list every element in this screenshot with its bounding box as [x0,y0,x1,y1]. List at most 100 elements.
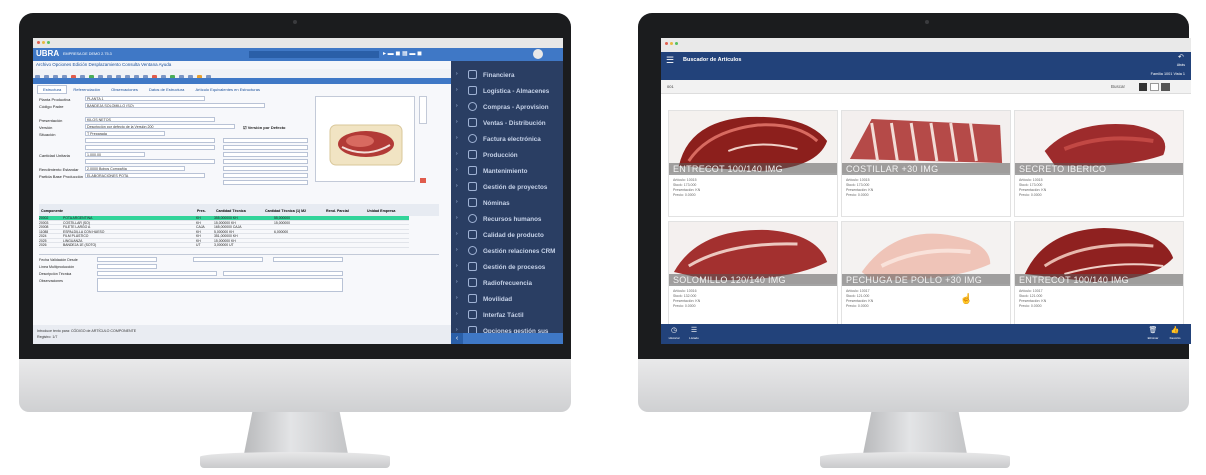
field-blank-6[interactable] [223,152,308,157]
euro-icon [468,70,477,79]
product-card[interactable]: COSTILLAR +30 IMG Artículo: 10015 Stock: … [841,110,1011,217]
table-row[interactable]: 2026 BANDEJA 1E (SOTO) UT 3,000000 UT [39,243,409,248]
sidebar-item-radiofrecuencia[interactable]: › Radiofrecuencia [451,275,563,292]
product-card[interactable]: SOLOMILLO 120/140 IMG Artículo: 10016 Sto… [668,221,838,328]
product-card[interactable]: PECHUGA DE POLLO +30 IMG Artículo: 10017… [841,221,1011,328]
field-blank-1[interactable] [85,138,215,143]
sidebar-item-label: Mantenimiento [483,168,528,175]
app-search-box[interactable] [249,51,379,58]
footer-field-tipo[interactable] [273,257,343,262]
sidebar-item-calidad[interactable]: › Calidad de producto [451,227,563,244]
euro-circle-icon [468,102,477,111]
field-blank-2[interactable] [85,145,215,150]
menu-icon[interactable]: ☰ [666,55,674,66]
col-cantidad-tecnica: Cantidad Técnica [216,209,246,213]
structure-form: Estructura Referenciación Observaciones … [33,78,451,344]
tab-referenciacion[interactable]: Referenciación [68,86,105,93]
tab-articulo-equivalentes[interactable]: Artículo Equivalentes en Estructuras [190,86,264,93]
filter-bar: Familia 1001 Vista 1 [661,68,1191,80]
sidebar-item-crm[interactable]: › Gestión relaciones CRM [451,243,563,260]
field-rendimiento[interactable]: 2,0000 Bobos Compañía [85,166,185,171]
right-monitor-stand [863,412,967,454]
field-label-version: Versión [39,125,53,130]
left-camera [293,20,297,24]
footer-field-descripcion[interactable] [97,271,217,276]
field-situacion[interactable]: T Preparada [85,131,165,136]
status-record: Registro: 1/7 [37,335,58,339]
factory-icon [468,150,477,159]
search-input[interactable]: 001 [667,84,674,89]
field-version[interactable]: Descripción por defecto de la Versión 20… [85,124,235,129]
field-label-presentacion: Presentación [39,118,63,123]
list-button[interactable]: ☰ Listado [687,326,701,341]
truck-icon [468,86,477,95]
product-card[interactable]: ENTRECOT 100/140 IMG Artículo: 10015 Stoc… [668,110,838,217]
tab-observaciones[interactable]: Observaciones [106,86,143,93]
sidebar-item-proyectos[interactable]: › Gestión de proyectos [451,179,563,196]
sidebar-item-procesos[interactable]: › Gestión de procesos [451,259,563,276]
field-blank-9[interactable] [223,173,308,178]
delete-button[interactable]: 🗑 Eliminar [1145,326,1161,341]
sidebar-item-logistica[interactable]: › Logística - Almacenes [451,83,563,100]
sidebar-item-label: Gestión relaciones CRM [483,248,556,255]
field-planta[interactable]: PLANTA 1 [85,96,205,101]
field-blank-4[interactable] [223,145,308,150]
footer-field-fecha[interactable] [97,257,157,262]
sidebar-item-tactil[interactable]: › Interfaz Táctil [451,307,563,324]
product-name: SOLOMILLO 120/140 IMG [669,274,837,286]
list-view-icon[interactable] [1161,83,1170,91]
right-monitor-chin [638,359,1189,412]
field-blank-3[interactable] [223,138,308,143]
field-blank-5[interactable] [85,159,215,164]
field-blank-10[interactable] [223,180,308,185]
product-card[interactable]: ENTRECOT 100/140 IMG Artículo: 10017 Stoc… [1014,221,1184,328]
sidebar-item-compras[interactable]: › Compras - Aprovision [451,99,563,116]
col-unidad: Unidad Empresa [367,209,396,213]
sidebar-item-mantenimiento[interactable]: › Mantenimiento [451,163,563,180]
tab-estructura[interactable]: Estructura [37,85,68,94]
app-menubar[interactable]: Archivo Opciones Edición Desplazamiento … [33,61,451,69]
delete-image-button[interactable] [420,178,426,183]
image-side-buttons[interactable] [419,96,427,124]
search-button[interactable]: Buscar [1111,84,1125,89]
thumbs-up-icon: 👍 [1170,327,1180,334]
status-bar: Introduce texto para: CÓDIGO de ARTÍCULO… [33,325,451,344]
tab-datos-estructura[interactable]: Datos de Estructura [144,86,189,93]
sidebar-item-ventas[interactable]: › Ventas - Distribución [451,115,563,132]
favorite-button[interactable]: 👍 Favorito [1167,326,1183,341]
col-rend: Rend. Parcial [326,209,349,213]
footer-field-linea[interactable] [97,264,157,269]
field-cantidad[interactable]: 1.000,00 [85,152,145,157]
sidebar-item-factura[interactable]: › Factura electrónica [451,131,563,148]
field-blank-7[interactable] [223,159,308,164]
field-codigo-padre[interactable]: BANDEJA SOLOMILLO (SO) [85,103,265,108]
back-button[interactable]: ↶ Atrás [1177,53,1185,68]
field-blank-8[interactable] [223,166,308,171]
product-name: ENTRECOT 100/140 IMG [1015,274,1183,286]
sidebar-item-nominas[interactable]: › Nóminas [451,195,563,212]
default-version-check[interactable]: ☑ Versión por Defecto [243,125,286,130]
collapse-icon[interactable]: ‹ [451,333,463,344]
sidebar-item-label: Radiofrecuencia [483,280,532,287]
left-monitor-foot [200,452,390,468]
sidebar-item-rrhh[interactable]: › Recursos humanos [451,211,563,228]
filter-label: Familia 1001 Vista 1 [1150,72,1185,76]
product-card[interactable]: SECRETO IBERICO Artículo: 10015 Stock: 17… [1014,110,1184,217]
company-name: EMPRESA DE DEMO 2.75.3 [63,52,112,56]
history-button[interactable]: ◷ Historial [667,326,681,341]
form-tabs: Estructura Referenciación Observaciones … [37,85,265,94]
left-monitor-chin [19,359,571,412]
footer-field-observaciones[interactable] [97,278,343,292]
sidebar-item-produccion[interactable]: › Producción [451,147,563,164]
footer-field-hasta[interactable] [193,257,263,262]
user-avatar[interactable] [533,49,543,59]
payroll-icon [468,198,477,207]
toolbar-icons[interactable]: ▸ ▬ ◼ ▦ ▬ ◼ [383,50,422,57]
footer-field-descripcion-2[interactable] [223,271,343,276]
lock-icon[interactable] [1139,83,1147,91]
sidebar-item-financiera[interactable]: › Financiera [451,67,563,84]
field-partida[interactable]: ELABORACIONES POTA [85,173,205,178]
field-presentacion[interactable]: KILOS NETOS [85,117,215,122]
sidebar-item-movilidad[interactable]: › Movilidad [451,291,563,308]
grid-view-icon[interactable] [1150,83,1159,91]
